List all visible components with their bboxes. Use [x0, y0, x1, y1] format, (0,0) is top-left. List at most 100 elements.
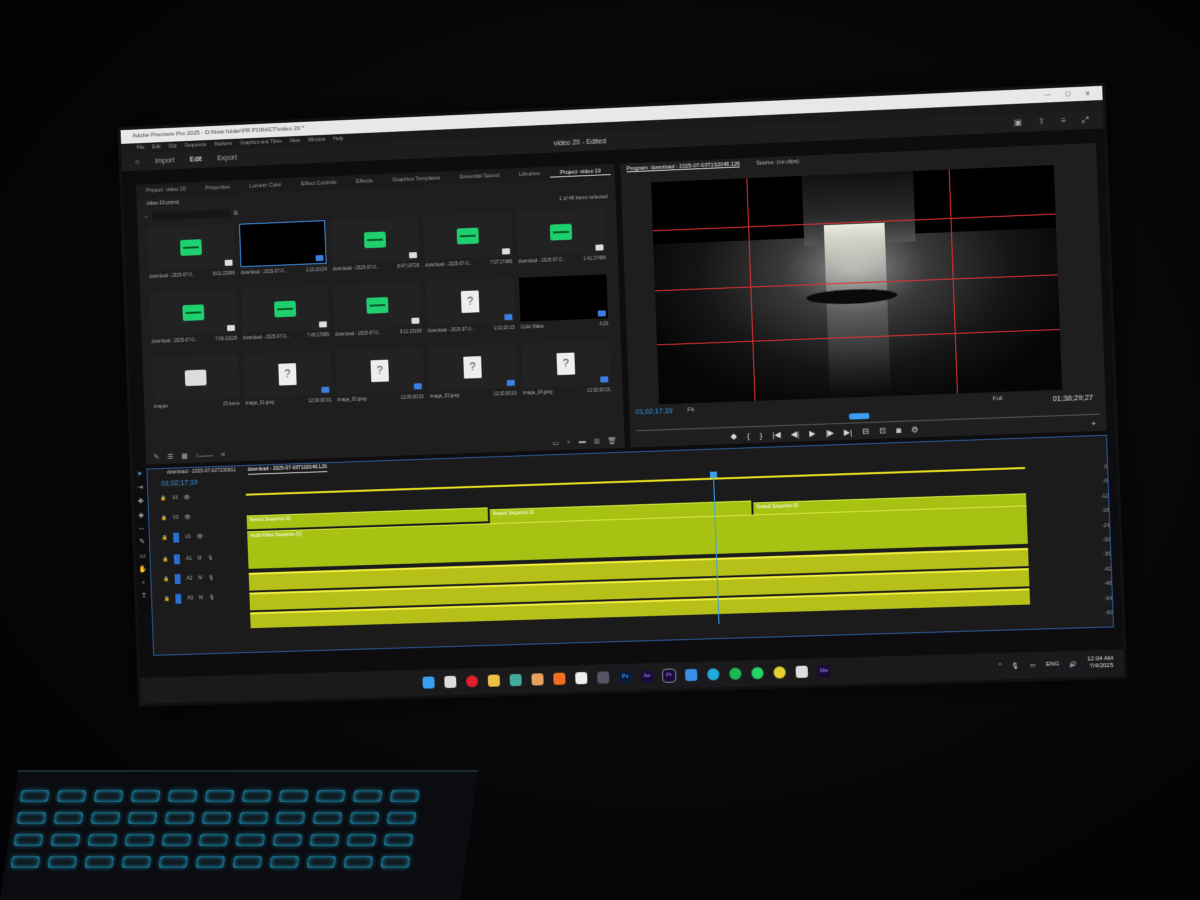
maximize-icon[interactable]: ☐	[1065, 91, 1071, 98]
menu-graphics[interactable]: Graphics and Titles	[240, 139, 282, 147]
type-tool-icon[interactable]: T	[142, 593, 146, 600]
menu-help[interactable]: Help	[333, 136, 343, 142]
tab-sequence-2[interactable]: download - 2025-07-03T192048.126	[247, 464, 328, 475]
item-thumbnail[interactable]	[423, 212, 513, 260]
razor-tool-icon[interactable]: ◈	[139, 511, 144, 519]
tab-essential-sound[interactable]: Essential Sound	[450, 172, 509, 181]
zoom-slider[interactable]: ○——	[195, 452, 213, 460]
project-item[interactable]: download - 2025-07-0... 1;10;20;04	[238, 220, 327, 281]
mic-icon[interactable]: 🎙	[209, 595, 215, 601]
item-thumbnail[interactable]	[149, 289, 238, 337]
play-icon[interactable]: ▶	[809, 429, 816, 438]
project-item[interactable]: images 25 items	[152, 354, 240, 414]
mute-icon[interactable]: M	[199, 595, 203, 601]
firefox-icon[interactable]	[553, 672, 566, 685]
tab-project-video19[interactable]: Project: video 19	[549, 167, 611, 178]
tab-program[interactable]: Program: download - 2025-07-03T192048.12…	[626, 161, 741, 173]
tray-chevron-icon[interactable]: ^	[999, 663, 1002, 669]
taskview-icon[interactable]	[444, 675, 457, 689]
extract-icon[interactable]: ⊡	[879, 426, 886, 435]
pencil-icon[interactable]: ✎	[154, 453, 160, 461]
app-icon[interactable]	[773, 666, 786, 679]
folder-icon[interactable]: ▬	[579, 438, 586, 446]
lift-icon[interactable]: ⊟	[862, 427, 869, 436]
lock-icon[interactable]: 🔒	[163, 576, 169, 582]
item-thumbnail[interactable]: ?	[428, 343, 517, 391]
lock-icon[interactable]: 🔒	[161, 535, 167, 541]
new-item-icon[interactable]: ⊞	[594, 438, 600, 446]
project-item[interactable]: Color Matte 4;29	[518, 274, 609, 335]
project-item[interactable]: download - 2025-07-0... 7:00:10126	[149, 289, 238, 350]
app-icon[interactable]	[597, 671, 610, 684]
quality-dropdown[interactable]: Full	[993, 396, 1003, 402]
menu-sequence[interactable]: Sequence	[185, 142, 207, 149]
mic-icon[interactable]: 🎙	[208, 575, 214, 581]
zoom-tool-icon[interactable]: ⌕	[142, 579, 146, 587]
go-to-in-icon[interactable]: |◀	[772, 430, 781, 439]
add-button-icon[interactable]: +	[1091, 419, 1096, 428]
step-back-icon[interactable]: ◀|	[791, 429, 800, 438]
app-icon[interactable]	[707, 668, 720, 681]
item-thumbnail[interactable]	[518, 274, 609, 322]
hand-tool-icon[interactable]: ✋	[139, 565, 148, 573]
item-thumbnail[interactable]: ?	[521, 340, 611, 388]
item-thumbnail[interactable]	[238, 220, 327, 268]
eye-icon[interactable]: 👁	[184, 495, 190, 501]
close-icon[interactable]: ✕	[1085, 90, 1090, 97]
tab-lumetri[interactable]: Lumetri Color	[240, 182, 292, 190]
track-select-icon[interactable]: ⇥	[137, 483, 143, 491]
mic-tray-icon[interactable]: 🎙	[1012, 662, 1020, 669]
project-item[interactable]: download - 2025-07-0... 7:07:27486	[423, 212, 512, 273]
project-item[interactable]: download - 2025-07-0... 8:47:19726	[330, 216, 420, 277]
item-thumbnail[interactable]	[333, 281, 422, 329]
layout-icon[interactable]: ▣	[1014, 118, 1022, 128]
expand-icon[interactable]: ⤢	[1082, 115, 1089, 125]
tab-effect-controls[interactable]: Effect Controls	[291, 180, 346, 188]
menu-window[interactable]: Window	[308, 137, 326, 144]
spotify-icon[interactable]	[729, 667, 742, 680]
menu-file[interactable]: File	[137, 145, 145, 151]
tab-effects[interactable]: Effects	[346, 178, 382, 186]
tab-libraries[interactable]: Libraries	[509, 171, 550, 179]
menu-edit[interactable]: Edit	[152, 144, 161, 150]
app-icon[interactable]	[795, 665, 809, 679]
timeline-timecode[interactable]: 01;02;17;19	[161, 480, 197, 488]
menu-markers[interactable]: Markers	[214, 141, 232, 148]
mute-icon[interactable]: M	[198, 575, 202, 581]
mute-icon[interactable]: M	[198, 556, 202, 562]
slip-tool-icon[interactable]: ↔	[138, 525, 145, 532]
rectangle-tool-icon[interactable]: ▭	[139, 551, 146, 559]
menu-view[interactable]: View	[289, 138, 300, 144]
tab-source[interactable]: Source: (no clips)	[756, 159, 799, 167]
project-item[interactable]: download - 2025-07-0... 9:11:15166	[333, 281, 422, 343]
fit-dropdown[interactable]: Fit	[687, 407, 694, 413]
item-thumbnail[interactable]	[241, 285, 330, 333]
in-point-icon[interactable]: {	[747, 431, 750, 440]
premiere-icon[interactable]: Pr	[661, 668, 677, 683]
project-item[interactable]: ? image_04.jpeg 12;00;00;01	[521, 340, 611, 401]
project-item[interactable]: ? image_01.jpeg 12;00;00;01	[243, 350, 332, 412]
list-view-icon[interactable]: ☰	[167, 453, 173, 461]
chrome-icon[interactable]	[509, 673, 522, 687]
go-to-out-icon[interactable]: ▶|	[844, 428, 853, 437]
volume-icon[interactable]: 🔊	[1069, 660, 1077, 667]
mic-icon[interactable]: 🎙	[208, 555, 214, 561]
ripple-tool-icon[interactable]: ✥	[138, 497, 144, 505]
start-icon[interactable]	[422, 676, 435, 689]
after-effects-icon[interactable]: Ae	[640, 670, 654, 683]
explorer-icon[interactable]	[487, 674, 501, 687]
whatsapp-icon[interactable]	[751, 666, 764, 680]
clock[interactable]: 12:04 AM 7/4/2025	[1087, 656, 1114, 671]
share-icon[interactable]: ⇪	[1038, 117, 1045, 127]
find-icon[interactable]: ⌕	[567, 439, 571, 447]
minimize-icon[interactable]: —	[1044, 92, 1050, 99]
home-icon[interactable]: ⌂	[135, 158, 139, 165]
search-icon[interactable]: ⌕	[145, 214, 148, 220]
bin-icon[interactable]: ▭	[552, 439, 559, 447]
camera-icon[interactable]: ◙	[896, 426, 901, 435]
marker-icon[interactable]: ◆	[731, 432, 738, 441]
lock-icon[interactable]: 🔒	[161, 515, 167, 521]
tab-properties[interactable]: Properties	[196, 184, 240, 192]
app-icon[interactable]	[575, 671, 588, 685]
project-item[interactable]: download - 2025-07-0... 8:01:22966	[147, 224, 235, 285]
